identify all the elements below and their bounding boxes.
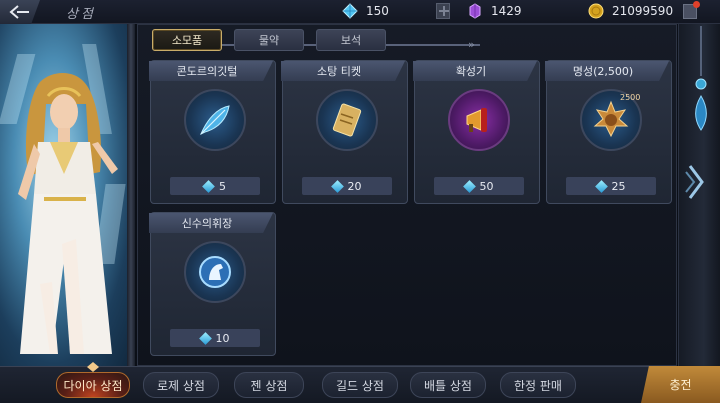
gold-amount: 21099590 xyxy=(612,4,674,18)
tab-battle-shop[interactable]: 배틀 상점 xyxy=(410,372,486,398)
category-tabs: 소모품 물약 보석 xyxy=(152,29,386,53)
shop-item-card[interactable]: 확성기 50 xyxy=(413,60,540,204)
tab-limited-sale[interactable]: 한정 판매 xyxy=(500,372,576,398)
item-name: 신수의휘장 xyxy=(149,213,273,233)
goddess-figure-image xyxy=(18,73,118,354)
shop-item-card[interactable]: 신수의휘장 10 xyxy=(149,212,276,356)
price-value: 20 xyxy=(347,179,362,193)
tab-potions[interactable]: 물약 xyxy=(234,29,304,51)
item-name: 콘도르의깃털 xyxy=(149,61,273,81)
price-value: 10 xyxy=(215,331,230,345)
gold-coin-icon xyxy=(588,3,604,19)
price-value: 25 xyxy=(611,179,626,193)
add-diamond-button[interactable] xyxy=(436,3,450,19)
price-value: 50 xyxy=(479,179,494,193)
item-price: 20 xyxy=(302,177,392,195)
back-button[interactable] xyxy=(0,0,40,24)
item-name: 확성기 xyxy=(413,61,537,81)
tab-diamond-shop[interactable]: 다이아 상점 xyxy=(56,372,130,398)
tab-consumables[interactable]: 소모품 xyxy=(152,29,222,51)
medal-value: 2500 xyxy=(620,93,641,102)
ticket-icon xyxy=(316,89,378,151)
tab-roze-shop[interactable]: 로제 상점 xyxy=(143,372,219,398)
item-price: 5 xyxy=(170,177,260,195)
item-name: 명성(2,500) xyxy=(545,61,669,81)
purple-gem-currency: 1429 xyxy=(467,3,522,19)
diamond-icon xyxy=(342,3,358,19)
character-portrait xyxy=(0,24,135,366)
item-price: 25 xyxy=(566,177,656,195)
next-page-arrow-icon[interactable] xyxy=(684,162,708,202)
gold-currency: 21099590 xyxy=(588,3,673,19)
tab-guild-shop[interactable]: 길드 상점 xyxy=(322,372,398,398)
diamond-icon xyxy=(202,179,215,193)
diamond-icon xyxy=(330,179,344,193)
page-title: 상점 xyxy=(66,7,96,22)
back-arrow-icon xyxy=(9,5,29,19)
shop-item-card[interactable]: 소탕 티켓 20 xyxy=(281,60,408,204)
horse-emblem-icon xyxy=(184,241,246,303)
shop-item-card[interactable]: 콘도르의깃털 5 xyxy=(149,60,276,204)
item-price: 50 xyxy=(434,177,524,195)
item-price: 10 xyxy=(170,329,260,347)
item-name: 소탕 티켓 xyxy=(281,61,405,81)
megaphone-icon xyxy=(448,89,510,151)
diamond-icon xyxy=(462,179,476,193)
tab-scroll-arrow-icon: » xyxy=(468,38,475,51)
pendant-ornament-icon xyxy=(695,26,707,131)
active-tab-marker-icon xyxy=(87,362,99,372)
diamond-amount: 150 xyxy=(366,4,389,18)
diamond-icon xyxy=(198,331,212,345)
diamond-icon xyxy=(594,179,608,193)
price-value: 5 xyxy=(219,179,226,193)
diamond-currency: 150 xyxy=(342,3,389,19)
purple-gem-icon xyxy=(469,3,481,19)
tab-jewels[interactable]: 보석 xyxy=(316,29,386,51)
feather-icon xyxy=(184,89,246,151)
purple-gem-amount: 1429 xyxy=(491,4,522,18)
top-bar: 상점 150 1429 21099590 xyxy=(0,0,720,24)
tab-zen-shop[interactable]: 젠 상점 xyxy=(234,372,304,398)
fame-medal-icon: 2500 xyxy=(580,89,642,151)
recharge-button[interactable]: 충전 xyxy=(641,366,720,403)
portrait-frame xyxy=(127,24,135,366)
shop-item-card[interactable]: 명성(2,500) 2500 25 xyxy=(545,60,672,204)
notification-dot xyxy=(693,1,700,8)
